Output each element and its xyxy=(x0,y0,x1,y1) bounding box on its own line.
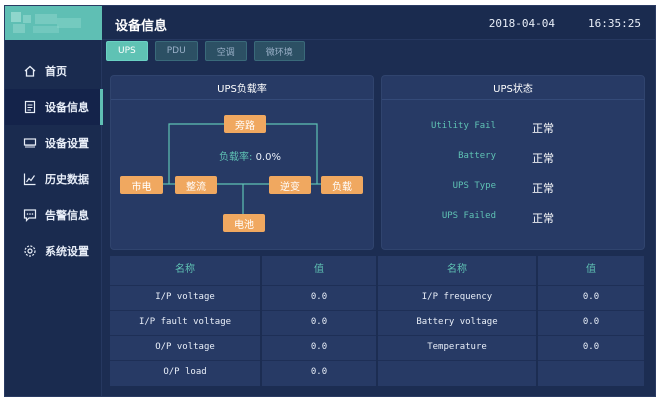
status-value: 正常 xyxy=(532,152,554,165)
node-inverter: 逆变 xyxy=(269,176,311,194)
table-cell: O/P load xyxy=(110,360,260,382)
panel-title: UPS状态 xyxy=(382,76,644,100)
home-icon xyxy=(23,64,37,78)
status-value: 正常 xyxy=(532,182,554,195)
sidebar-item-alarms[interactable]: 告警信息 xyxy=(5,197,102,233)
load-rate-value: 0.0% xyxy=(255,152,281,163)
table-cell xyxy=(538,360,644,382)
tab-air-conditioner[interactable]: 空调 xyxy=(204,41,247,61)
column-value-left: 值 0.0 0.0 0.0 0.0 xyxy=(262,256,376,386)
sidebar-item-label: 历史数据 xyxy=(45,173,89,186)
sidebar-item-label: 系统设置 xyxy=(45,245,89,258)
tab-pdu[interactable]: PDU xyxy=(154,41,198,61)
column-header: 值 xyxy=(586,264,596,275)
column-value-right: 值 0.0 0.0 0.0 xyxy=(538,256,644,386)
sidebar-item-device-info[interactable]: 设备信息 xyxy=(5,89,103,125)
ups-load-panel: UPS负载率 旁路 市电 整流 逆变 负载 电池 负载率: 0.0% xyxy=(110,75,374,250)
node-load: 负载 xyxy=(321,176,363,194)
status-row-utility-fail: Utility Fail 正常 xyxy=(382,118,644,138)
column-header: 值 xyxy=(314,264,324,275)
sidebar-item-label: 首页 xyxy=(45,65,67,78)
device-tabs: UPS PDU 空调 微环境 xyxy=(106,41,305,63)
status-key: UPS Failed xyxy=(441,211,496,221)
table-cell: 0.0 xyxy=(262,310,376,332)
sidebar-item-label: 设备设置 xyxy=(45,137,89,150)
gear-icon xyxy=(23,244,37,258)
sidebar-item-label: 设备信息 xyxy=(45,101,89,114)
table-cell: 0.0 xyxy=(538,310,644,332)
table-cell: 0.0 xyxy=(538,285,644,307)
table-cell: Temperature xyxy=(378,335,536,357)
column-header: 名称 xyxy=(447,264,467,275)
status-key: UPS Type xyxy=(452,181,496,191)
node-mains: 市电 xyxy=(120,176,163,194)
status-value: 正常 xyxy=(532,212,554,225)
parameter-table: 名称 I/P voltage I/P fault voltage O/P vol… xyxy=(110,256,644,386)
logo xyxy=(5,6,102,40)
table-cell: I/P frequency xyxy=(378,285,536,307)
table-cell: 0.0 xyxy=(262,335,376,357)
table-cell: O/P voltage xyxy=(110,335,260,357)
chart-line-icon xyxy=(23,172,37,186)
node-rectifier: 整流 xyxy=(175,176,217,194)
load-rate-label: 负载率: xyxy=(219,152,253,163)
message-icon xyxy=(23,208,37,222)
sidebar-item-device-settings[interactable]: 设备设置 xyxy=(5,125,102,161)
sidebar-nav: 首页 设备信息 设备设置 历史数据 告警信息 系统设置 xyxy=(5,53,103,269)
list-icon xyxy=(23,100,37,114)
sidebar-item-home[interactable]: 首页 xyxy=(5,53,102,89)
sidebar: 首页 设备信息 设备设置 历史数据 告警信息 系统设置 xyxy=(5,6,103,396)
table-cell: I/P voltage xyxy=(110,285,260,307)
header-date: 2018-04-04 xyxy=(488,17,555,30)
table-cell: 0.0 xyxy=(538,335,644,357)
table-cell: 0.0 xyxy=(262,285,376,307)
column-name-right: 名称 I/P frequency Battery voltage Tempera… xyxy=(378,256,536,386)
header-time: 16:35:25 xyxy=(588,17,641,30)
column-name-left: 名称 I/P voltage I/P fault voltage O/P vol… xyxy=(110,256,260,386)
column-header: 名称 xyxy=(175,264,195,275)
load-rate: 负载率: 0.0% xyxy=(219,148,281,163)
status-row-ups-type: UPS Type 正常 xyxy=(382,178,644,198)
status-key: Utility Fail xyxy=(430,121,496,131)
table-cell: 0.0 xyxy=(262,360,376,382)
tab-ups[interactable]: UPS xyxy=(106,41,148,61)
table-cell xyxy=(378,360,536,382)
page-title: 设备信息 xyxy=(115,19,168,34)
status-row-battery: Battery 正常 xyxy=(382,148,644,168)
status-row-ups-failed: UPS Failed 正常 xyxy=(382,208,644,228)
table-cell: I/P fault voltage xyxy=(110,310,260,332)
tab-micro-environment[interactable]: 微环境 xyxy=(253,41,305,61)
ups-status-panel: UPS状态 Utility Fail 正常 Battery 正常 UPS Typ… xyxy=(381,75,645,250)
status-key: Battery xyxy=(458,151,496,161)
sidebar-item-system-settings[interactable]: 系统设置 xyxy=(5,233,102,269)
sidebar-item-history[interactable]: 历史数据 xyxy=(5,161,102,197)
power-flow-diagram: 旁路 市电 整流 逆变 负载 电池 负载率: 0.0% xyxy=(111,100,373,250)
node-bypass: 旁路 xyxy=(224,115,266,133)
panel-title: UPS负载率 xyxy=(111,76,373,100)
device-settings-icon xyxy=(23,136,37,150)
header-bar: 设备信息 2018-04-04 16:35:25 xyxy=(102,6,655,40)
sidebar-item-label: 告警信息 xyxy=(45,209,89,222)
status-value: 正常 xyxy=(532,122,554,135)
table-cell: Battery voltage xyxy=(378,310,536,332)
node-battery: 电池 xyxy=(223,214,265,232)
